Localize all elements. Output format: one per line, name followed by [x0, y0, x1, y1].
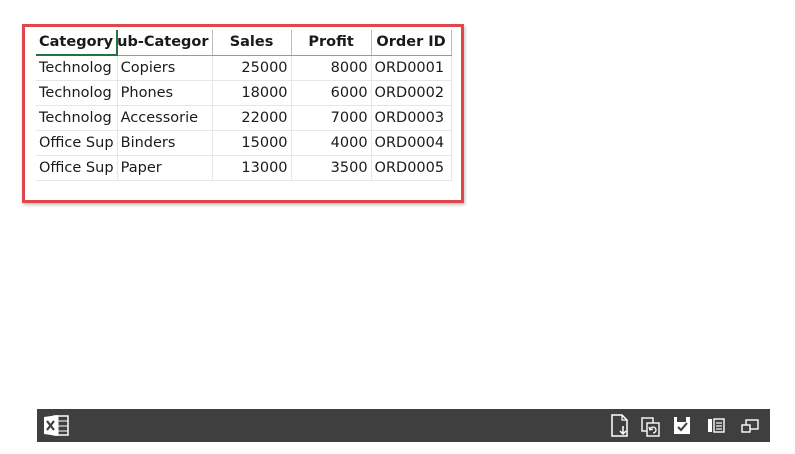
excel-status-bar [37, 409, 770, 442]
column-header-profit[interactable]: Profit [291, 30, 372, 56]
cell-profit[interactable]: 6000 [291, 80, 372, 106]
cell-category[interactable]: Office Sup [36, 155, 118, 181]
cell-profit[interactable]: 3500 [291, 155, 372, 181]
cell-sub-category[interactable]: Paper [117, 155, 213, 181]
column-header-order-id[interactable]: Order ID [371, 30, 452, 56]
reading-view-icon[interactable] [705, 414, 727, 438]
excel-icon[interactable] [43, 414, 69, 437]
cell-order-id[interactable]: ORD0003 [371, 105, 452, 131]
column-header-sales[interactable]: Sales [212, 30, 292, 56]
restore-window-icon[interactable] [739, 414, 761, 438]
cell-category[interactable]: Office Sup [36, 130, 118, 156]
cell-sales[interactable]: 13000 [212, 155, 292, 181]
cell-sub-category[interactable]: Phones [117, 80, 213, 106]
table-row: Office Sup Binders 15000 4000 ORD0004 [36, 130, 452, 156]
table-row: Office Sup Paper 13000 3500 ORD0005 [36, 155, 452, 181]
refresh-copy-icon[interactable] [640, 414, 662, 438]
cell-order-id[interactable]: ORD0004 [371, 130, 452, 156]
header-row: Category ub-Categor Sales Profit Order I… [36, 30, 452, 56]
cell-order-id[interactable]: ORD0002 [371, 80, 452, 106]
table-row: Technolog Accessorie 22000 7000 ORD0003 [36, 105, 452, 131]
cell-category[interactable]: Technolog [36, 55, 118, 81]
cell-sub-category[interactable]: Accessorie [117, 105, 213, 131]
cell-sales[interactable]: 15000 [212, 130, 292, 156]
column-header-sub-category[interactable]: ub-Categor [117, 30, 213, 56]
cell-category[interactable]: Technolog [36, 105, 118, 131]
cell-profit[interactable]: 7000 [291, 105, 372, 131]
cell-sales[interactable]: 25000 [212, 55, 292, 81]
cell-category[interactable]: Technolog [36, 80, 118, 106]
cell-profit[interactable]: 4000 [291, 130, 372, 156]
cell-order-id[interactable]: ORD0005 [371, 155, 452, 181]
export-icon[interactable] [609, 414, 631, 438]
cell-profit[interactable]: 8000 [291, 55, 372, 81]
save-check-icon[interactable] [671, 414, 693, 438]
cell-order-id[interactable]: ORD0001 [371, 55, 452, 81]
cell-sub-category[interactable]: Binders [117, 130, 213, 156]
cell-sales[interactable]: 18000 [212, 80, 292, 106]
data-table: Category ub-Categor Sales Profit Order I… [36, 30, 452, 181]
table-row: Technolog Phones 18000 6000 ORD0002 [36, 80, 452, 106]
cell-sub-category[interactable]: Copiers [117, 55, 213, 81]
column-header-category[interactable]: Category [36, 30, 119, 56]
table-row: Technolog Copiers 25000 8000 ORD0001 [36, 55, 452, 81]
cell-sales[interactable]: 22000 [212, 105, 292, 131]
